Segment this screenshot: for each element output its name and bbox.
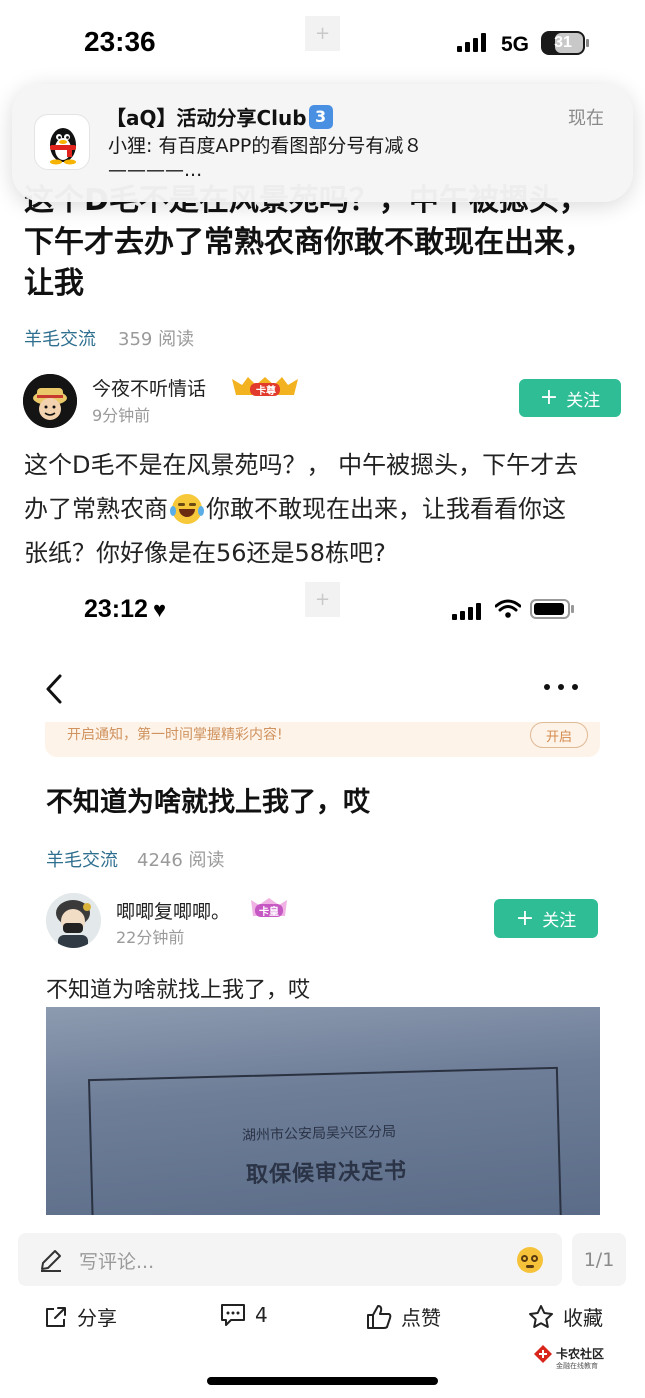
more-options-icon[interactable] [544, 684, 584, 694]
battery-cap [586, 39, 589, 47]
post1-body-line1: 这个D毛不是在风景苑吗？， 中午被摁头，下午才去 [24, 451, 579, 479]
embedded-status-time: 23:12 ♥ [84, 595, 167, 623]
post2-photo[interactable]: 湖州市公安局吴兴区分局 取保候审决定书 [46, 1007, 600, 1215]
post1-category[interactable]: 羊毛交流 [24, 325, 96, 351]
post1-reads: 359 阅读 [118, 329, 195, 350]
post2-reads: 4246 阅读 [137, 850, 225, 871]
post1-title-line2: 下午才去办了常熟农商你敢不敢现在出来， [24, 225, 594, 260]
comment-input[interactable]: 写评论... [18, 1233, 562, 1286]
notification-message: 小狸: 有百度APP的看图部分号有减８ [108, 135, 423, 157]
post2-author[interactable]: 唧唧复唧唧。 [116, 897, 230, 924]
watermark-sub: 金融在线教育 [556, 1362, 598, 1370]
post2-body: 不知道为啥就找上我了，哎 [46, 978, 311, 1003]
comment-placeholder: 写评论... [79, 1251, 155, 1273]
notification-title: 【aQ】活动分享Club 3 [106, 102, 333, 131]
qq-penguin-icon [34, 114, 90, 170]
plus-placeholder-icon-2: + [305, 582, 340, 617]
battery-icon: 31 [541, 31, 585, 55]
home-indicator [207, 1377, 438, 1385]
plus-placeholder-icon: + [305, 16, 340, 51]
network-label: 5G [501, 33, 530, 56]
embedded-battery-icon [530, 599, 570, 619]
battery-level: 31 [554, 34, 572, 51]
post2-follow-button[interactable]: + 关注 [494, 899, 598, 938]
notification-banner[interactable]: 【aQ】活动分享Club 3 现在 小狸: 有百度APP的看图部分号有减８ ——… [12, 84, 633, 202]
notification-count-badge: 3 [308, 104, 333, 129]
watermark-main: 卡农社区 [556, 1347, 605, 1361]
kanong-logo-icon [533, 1344, 553, 1364]
share-icon [43, 1304, 69, 1330]
post1-badge: 卡尊 [228, 375, 302, 399]
notification-prompt-text: 开启通知，第一时间掌握精彩内容! [67, 727, 283, 743]
heart-icon: ♥ [152, 596, 167, 622]
share-button[interactable]: 分享 [43, 1302, 117, 1331]
notification-time: 现在 [568, 108, 604, 129]
pencil-icon [38, 1247, 64, 1273]
post2-time: 22分钟前 [116, 928, 185, 947]
back-chevron-icon[interactable] [40, 672, 70, 706]
page-indicator: 1/1 [572, 1233, 626, 1286]
post1-body-line2: 办了常熟农商 你敢不敢现在出来，让我看看你这 [24, 494, 566, 524]
post2-avatar[interactable] [46, 893, 101, 948]
post1-body-line3: 张纸？你好像是在56还是58栋吧? [24, 539, 386, 567]
post1-follow-button[interactable]: + 关注 [519, 379, 621, 417]
embedded-signal-icon [452, 602, 481, 620]
post1-time: 9分钟前 [92, 406, 151, 425]
post2-badge: 卡皇 [247, 896, 291, 920]
laugh-cry-emoji-icon [170, 494, 204, 524]
plus-icon: + [539, 385, 559, 410]
post2-category[interactable]: 羊毛交流 [46, 846, 118, 872]
favorite-button[interactable]: 收藏 [527, 1302, 603, 1331]
post1-author[interactable]: 今夜不听情话 [92, 374, 206, 401]
photo-text-line2: 取保候审决定书 [245, 1157, 408, 1189]
enable-notification-button[interactable]: 开启 [530, 722, 588, 748]
post1-title-line3: 让我 [24, 266, 84, 301]
notification-prompt-bar: 开启通知，第一时间掌握精彩内容! 开启 [45, 722, 600, 757]
plus-icon-2: + [515, 905, 535, 931]
comment-icon [219, 1302, 247, 1328]
status-time: 23:36 [84, 26, 156, 57]
notification-message-cont: ————... [108, 159, 203, 181]
signal-icon [457, 32, 486, 52]
like-button[interactable]: 点赞 [365, 1302, 441, 1331]
wifi-icon [494, 599, 522, 619]
photo-text-line1: 湖州市公安局吴兴区分局 [241, 1123, 397, 1145]
star-icon [527, 1303, 555, 1331]
comments-button[interactable]: 4 [219, 1302, 268, 1328]
post2-title: 不知道为啥就找上我了，哎 [46, 787, 370, 818]
emoji-icon[interactable] [517, 1247, 543, 1273]
embedded-battery-cap [571, 605, 574, 613]
post1-avatar[interactable] [23, 374, 77, 428]
thumbs-up-icon [365, 1303, 393, 1331]
